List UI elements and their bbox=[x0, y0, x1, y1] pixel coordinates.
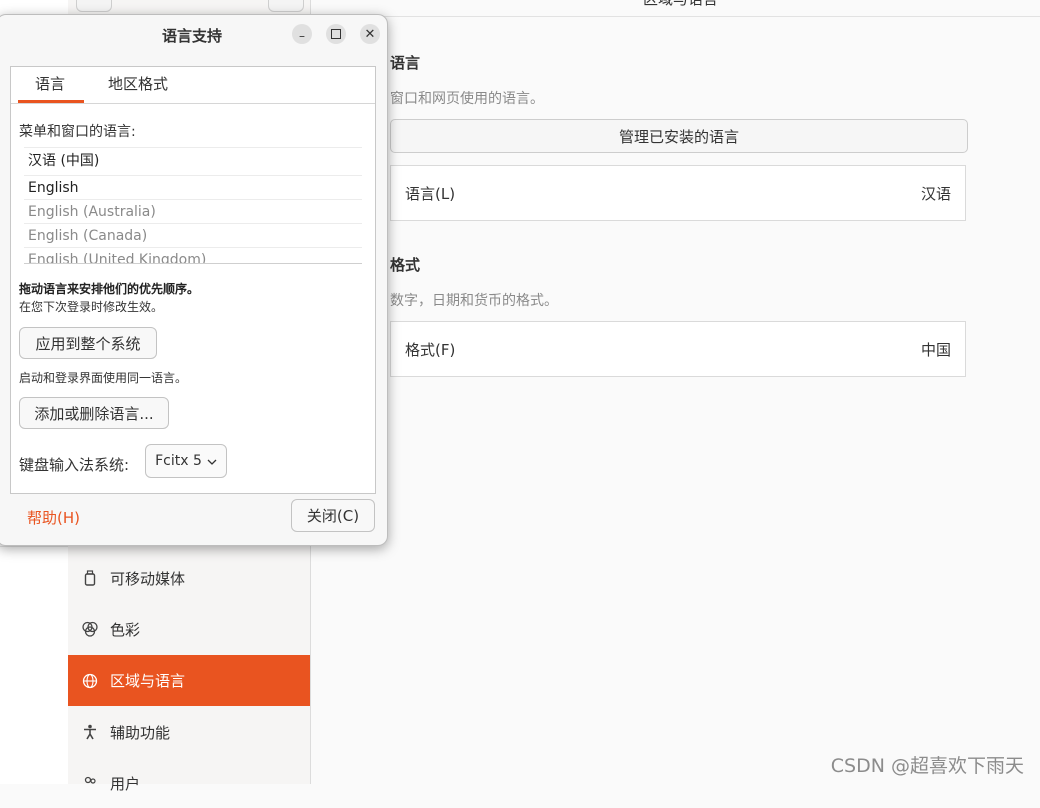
sidebar-item-accessibility[interactable]: 辅助功能 bbox=[68, 707, 310, 757]
apply-system-wide-button[interactable]: 应用到整个系统 bbox=[19, 327, 157, 359]
close-icon: ✕ bbox=[364, 26, 376, 42]
sidebar-item-removable-media[interactable]: 可移动媒体 bbox=[68, 553, 310, 603]
add-remove-languages-button[interactable]: 添加或删除语言... bbox=[19, 397, 169, 429]
tab-language[interactable]: 语言 bbox=[35, 73, 65, 94]
divider bbox=[0, 546, 68, 547]
sidebar-item-color[interactable]: 色彩 bbox=[68, 604, 310, 654]
close-window-button[interactable]: ✕ bbox=[360, 24, 380, 44]
minimize-button[interactable]: – bbox=[292, 24, 312, 44]
sidebar-item-label: 可移动媒体 bbox=[110, 569, 186, 588]
sidebar-item-label: 辅助功能 bbox=[110, 723, 171, 742]
help-button[interactable]: 帮助(H) bbox=[27, 507, 80, 528]
page-title: 区域与语言 bbox=[643, 0, 718, 9]
language-section-description: 窗口和网页使用的语言。 bbox=[390, 91, 544, 107]
format-row-label: 格式(F) bbox=[405, 340, 456, 359]
language-row-value: 汉语 bbox=[920, 184, 951, 203]
maximize-button[interactable] bbox=[326, 24, 346, 44]
language-row[interactable]: 语言(L) 汉语 bbox=[390, 165, 966, 221]
sidebar-item-label: 用户 bbox=[110, 774, 141, 793]
manage-installed-languages-button[interactable]: 管理已安装的语言 bbox=[390, 119, 968, 153]
format-section-title: 格式 bbox=[390, 256, 421, 274]
sidebar-item-label: 区域与语言 bbox=[110, 672, 186, 690]
chevron-down-icon bbox=[207, 453, 217, 469]
list-item[interactable]: English (Canada) bbox=[24, 223, 362, 247]
menu-language-label: 菜单和窗口的语言: bbox=[19, 124, 136, 140]
maximize-icon bbox=[331, 29, 341, 39]
list-item[interactable]: English (Australia) bbox=[24, 199, 362, 223]
globe-icon bbox=[80, 671, 100, 691]
menu-button[interactable] bbox=[268, 0, 304, 12]
list-item[interactable]: 汉语 (中国) bbox=[24, 147, 362, 171]
minimize-icon: – bbox=[299, 29, 305, 43]
format-row[interactable]: 格式(F) 中国 bbox=[390, 321, 966, 377]
usb-drive-icon bbox=[80, 568, 100, 588]
color-icon bbox=[80, 619, 100, 639]
input-method-value: Fcitx 5 bbox=[155, 453, 202, 469]
header-divider bbox=[310, 16, 1040, 17]
language-row-label: 语言(L) bbox=[405, 184, 456, 203]
input-method-label: 键盘输入法系统: bbox=[19, 456, 130, 474]
close-button[interactable]: 关闭(C) bbox=[291, 499, 375, 532]
watermark: CSDN @超喜欢下雨天 bbox=[830, 755, 1024, 777]
list-item[interactable]: English (United Kingdom) bbox=[24, 247, 362, 263]
format-row-value: 中国 bbox=[920, 340, 951, 359]
accessibility-icon bbox=[80, 722, 100, 742]
login-hint: 启动和登录界面使用同一语言。 bbox=[19, 371, 188, 385]
effect-hint: 在您下次登录时修改生效。 bbox=[19, 300, 164, 314]
language-support-dialog: 语言支持 – ✕ 语言 地区格式 菜单和窗口的语言: 汉语 (中国) Engli… bbox=[0, 14, 388, 546]
drag-hint: 拖动语言来安排他们的优先顺序。 bbox=[19, 282, 200, 296]
tab-panel: 语言 地区格式 菜单和窗口的语言: 汉语 (中国) English Englis… bbox=[10, 66, 376, 494]
input-method-select[interactable]: Fcitx 5 bbox=[145, 444, 227, 478]
format-section-description: 数字，日期和货币的格式。 bbox=[390, 293, 558, 309]
tab-regional-formats[interactable]: 地区格式 bbox=[108, 73, 168, 94]
sidebar-item-users[interactable]: 用户 bbox=[68, 758, 310, 808]
tab-divider bbox=[11, 103, 375, 104]
language-list[interactable]: 汉语 (中国) English English (Australia) Engl… bbox=[24, 147, 362, 263]
users-icon bbox=[80, 773, 100, 793]
search-button[interactable] bbox=[76, 0, 112, 12]
list-divider bbox=[24, 263, 362, 264]
sidebar-item-label: 色彩 bbox=[110, 620, 141, 639]
language-section-title: 语言 bbox=[390, 54, 421, 72]
list-item[interactable]: English bbox=[24, 175, 362, 199]
sidebar-item-region-language[interactable]: 区域与语言 bbox=[68, 655, 310, 706]
